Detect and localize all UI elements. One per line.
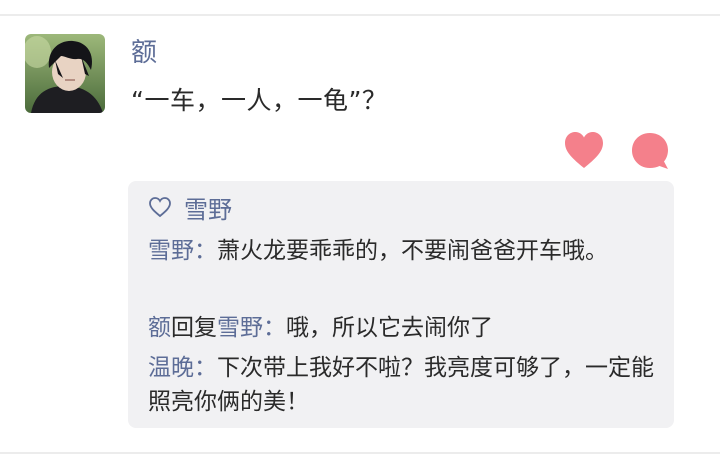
comment-text: 哦，所以它去闹你了 bbox=[286, 315, 493, 341]
comment-item[interactable]: 温晚：下次带上我好不啦？我亮度可够了，一定能照亮你俩的美！ bbox=[148, 351, 658, 419]
comment-author[interactable]: 额 bbox=[148, 315, 171, 341]
reply-target[interactable]: 雪野 bbox=[217, 315, 263, 341]
comment-item[interactable]: 雪野：萧火龙要乖乖的，不要闹爸爸开车哦。 bbox=[148, 234, 658, 268]
comment-item[interactable]: 额回复雪野：哦，所以它去闹你了 bbox=[148, 311, 658, 345]
comment-text: 下次带上我好不啦？我亮度可够了，一定能照亮你俩的美！ bbox=[148, 355, 654, 415]
comment-author[interactable]: 雪野 bbox=[148, 238, 194, 264]
liker-name[interactable]: 雪野 bbox=[184, 190, 232, 225]
bottom-divider bbox=[0, 452, 720, 454]
reply-word: 回复 bbox=[171, 315, 217, 341]
comment-button[interactable] bbox=[630, 131, 670, 171]
comment-text: 萧火龙要乖乖的，不要闹爸爸开车哦。 bbox=[217, 238, 608, 264]
top-divider bbox=[0, 14, 720, 16]
comment-section: 雪野 雪野：萧火龙要乖乖的，不要闹爸爸开车哦。 额回复雪野：哦，所以它去闹你了 … bbox=[128, 181, 674, 428]
comment-author[interactable]: 温晚 bbox=[148, 355, 194, 381]
comment-separator: ： bbox=[194, 238, 217, 264]
heart-outline-icon bbox=[149, 197, 171, 218]
post-text: “一车，一人，一龟”？ bbox=[131, 86, 388, 115]
comment-separator: ： bbox=[194, 355, 217, 381]
comment-bubble-icon bbox=[632, 133, 668, 169]
heart-icon bbox=[565, 132, 603, 168]
avatar[interactable] bbox=[25, 34, 105, 113]
like-button[interactable] bbox=[563, 130, 605, 170]
post-author[interactable]: 额 bbox=[131, 36, 157, 70]
likes-row: 雪野 bbox=[148, 190, 232, 225]
comment-separator: ： bbox=[263, 315, 286, 341]
